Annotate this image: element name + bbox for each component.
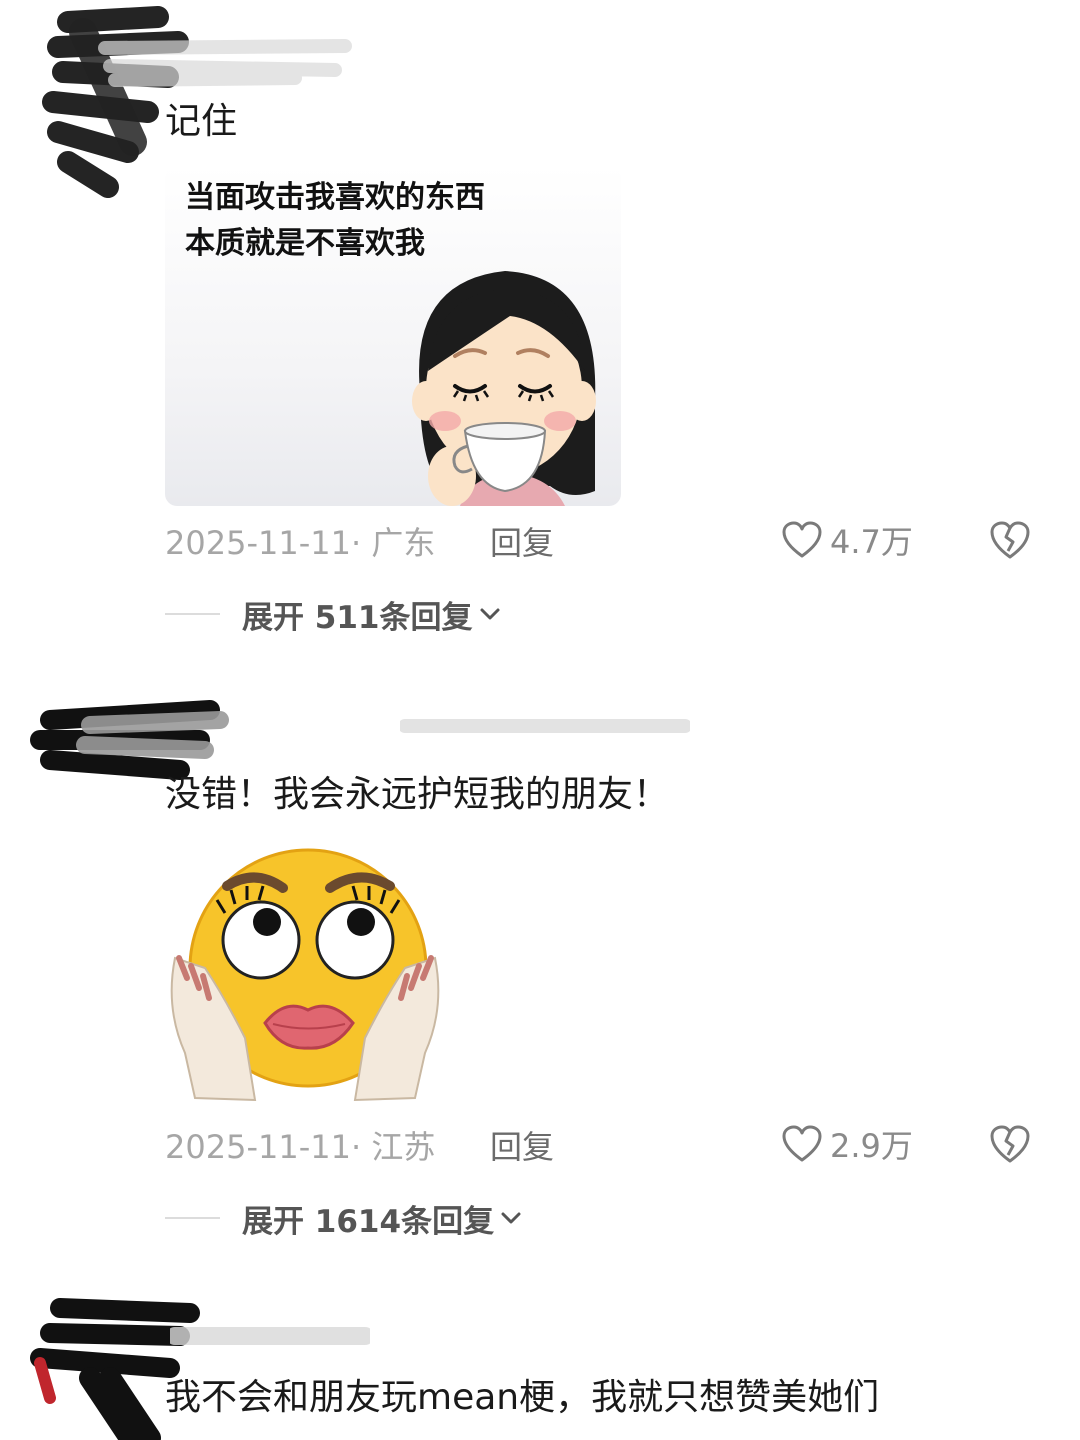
woman-drinking-tea-illustration [412, 271, 596, 506]
sticker-image[interactable]: 当面攻击我喜欢的东西 本质就是不喜欢我 [165, 166, 621, 506]
broken-heart-icon[interactable] [987, 518, 1033, 562]
comment-feed: 记住 当面攻击我喜欢的东西 本质就是不喜欢我 2025-11-11· 广东 回复… [0, 0, 1080, 1440]
heart-outline-icon [782, 1125, 822, 1162]
reply-button[interactable]: 回复 [490, 518, 554, 564]
expand-replies-button[interactable]: 展开 511条回复 [165, 592, 501, 636]
expand-replies-label: 展开 1614条回复 [242, 1203, 495, 1240]
reply-button[interactable]: 回复 [490, 1122, 554, 1168]
sticker-caption-line: 当面攻击我喜欢的东西 [185, 180, 485, 215]
comment-text: 没错！我会永远护短我的朋友！ [165, 774, 670, 815]
divider [165, 1217, 220, 1219]
expand-replies-label: 展开 511条回复 [242, 599, 473, 636]
chevron-down-icon [501, 1212, 521, 1224]
comment-text: 记住 [165, 101, 238, 142]
divider [165, 613, 220, 615]
broken-heart-icon[interactable] [987, 1122, 1033, 1166]
like-button[interactable]: 4.7万 [780, 518, 913, 562]
expand-replies-button[interactable]: 展开 1614条回复 [165, 1196, 522, 1240]
username-redacted[interactable] [400, 712, 690, 742]
date-location: 2025-11-11· 江苏 [165, 1128, 436, 1166]
username-redacted[interactable] [170, 1318, 370, 1358]
like-count: 4.7万 [830, 523, 913, 561]
like-count: 2.9万 [830, 1127, 913, 1165]
date-location: 2025-11-11· 广东 [165, 524, 436, 562]
username-redacted[interactable] [95, 28, 355, 88]
sticker-image[interactable] [165, 838, 445, 1110]
heart-outline-icon [782, 521, 822, 558]
comment-text: 我不会和朋友玩mean梗，我就只想赞美她们 [165, 1377, 880, 1418]
like-button[interactable]: 2.9万 [780, 1122, 913, 1166]
comment-meta-row: 2025-11-11· 江苏 回复 2.9万 [165, 1122, 1045, 1166]
comment-meta-row: 2025-11-11· 广东 回复 4.7万 [165, 518, 1045, 562]
chevron-down-icon [480, 608, 500, 620]
sticker-caption-line: 本质就是不喜欢我 [185, 226, 425, 261]
